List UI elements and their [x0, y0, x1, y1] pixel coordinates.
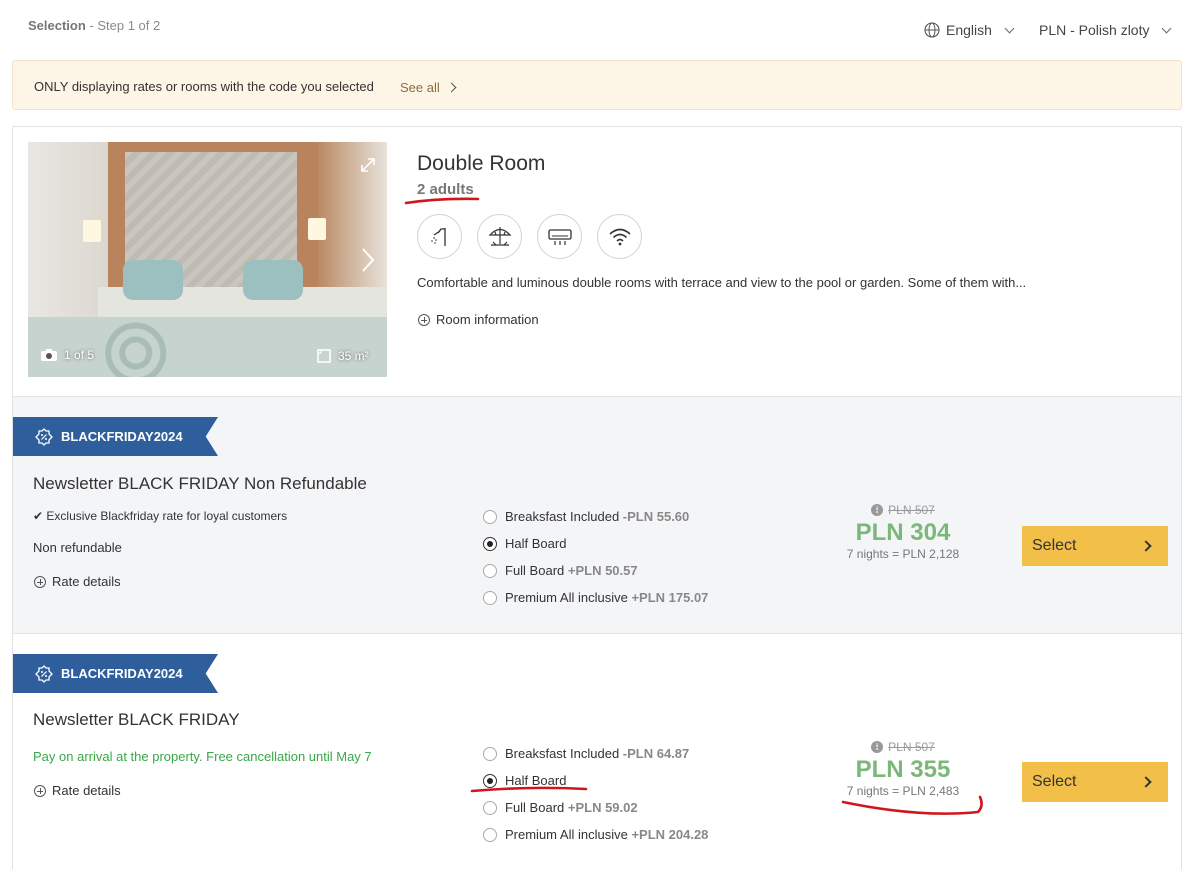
board-option-premium-all-inclusive[interactable]: Premium All inclusive +PLN 204.28: [483, 827, 708, 842]
board-option-label: Premium All inclusive +PLN 175.07: [505, 590, 709, 605]
room-occupancy: 2 adults: [417, 181, 474, 198]
room-size-icon: [317, 349, 331, 363]
rate-details-label: Rate details: [52, 574, 121, 589]
language-selector[interactable]: English: [924, 22, 1015, 38]
select-rate-button[interactable]: Select: [1022, 762, 1168, 802]
rate-condition: Pay on arrival at the property. Free can…: [33, 749, 372, 764]
radio-button[interactable]: [483, 590, 497, 605]
shower-icon: [417, 214, 462, 259]
rate-feature-text: Exclusive Blackfriday rate for loyal cus…: [46, 509, 288, 523]
select-label: Select: [1032, 537, 1077, 554]
board-option-label: Full Board +PLN 59.02: [505, 800, 638, 815]
board-option-label: Breaksfast Included -PLN 55.60: [505, 509, 690, 524]
info-icon[interactable]: i: [871, 504, 884, 516]
chevron-right-icon: [446, 82, 457, 93]
rate-name: Newsletter BLACK FRIDAY: [33, 710, 240, 729]
checkmark-icon: ✔: [33, 509, 44, 523]
original-price: i PLN 507: [823, 503, 983, 517]
price-box: i PLN 507 PLN 355 7 nights = PLN 2,483: [823, 740, 983, 798]
rate-condition: Non refundable: [33, 540, 122, 555]
chevron-down-icon: [1162, 23, 1172, 33]
globe-icon: [924, 22, 940, 38]
top-bar: Selection - Step 1 of 2 English PLN - Po…: [0, 0, 1193, 56]
air-conditioning-icon: [537, 214, 582, 259]
chevron-right-icon: [1140, 540, 1152, 552]
discount-badge-icon: [35, 664, 53, 683]
radio-button[interactable]: [483, 509, 497, 524]
discounted-price: PLN 355: [855, 756, 951, 783]
room-description: Comfortable and luminous double rooms wi…: [417, 275, 1027, 290]
currency-label: PLN - Polish zloty: [1039, 22, 1150, 38]
plus-circle-icon: [34, 784, 46, 797]
camera-icon: [41, 349, 57, 361]
info-icon[interactable]: i: [871, 741, 884, 753]
original-price: i PLN 507: [823, 740, 983, 754]
board-option-label: Half Board: [505, 773, 567, 788]
board-option-label: Premium All inclusive +PLN 204.28: [505, 827, 709, 842]
beach-umbrella-icon: [477, 214, 522, 259]
board-option-full-board[interactable]: Full Board +PLN 50.57: [483, 563, 638, 578]
board-option-full-board[interactable]: Full Board +PLN 59.02: [483, 800, 638, 815]
discount-badge-icon: [35, 427, 53, 446]
chevron-down-icon: [1004, 23, 1015, 33]
currency-selector[interactable]: PLN - Polish zloty: [1039, 22, 1172, 38]
chevron-right-icon: [1140, 776, 1152, 788]
plus-circle-icon: [34, 575, 46, 588]
room-photo[interactable]: 1 of 5 35 m²: [28, 142, 387, 377]
next-photo-icon[interactable]: [360, 247, 376, 273]
plus-circle-icon: [418, 313, 430, 326]
total-price: 7 nights = PLN 2,128: [846, 547, 960, 561]
board-option-label: Half Board: [505, 536, 567, 551]
rate-details-link[interactable]: Rate details: [34, 574, 121, 589]
expand-icon[interactable]: [359, 156, 377, 174]
room-information-link[interactable]: Room information: [418, 312, 539, 327]
select-rate-button[interactable]: Select: [1022, 526, 1168, 566]
rate-details-label: Rate details: [52, 783, 121, 798]
room-size-text: 35 m²: [338, 349, 369, 363]
rate-block-flexible: BLACKFRIDAY2024 Newsletter BLACK FRIDAY …: [13, 634, 1181, 870]
total-price: 7 nights = PLN 2,483: [846, 784, 960, 798]
radio-button[interactable]: [483, 773, 497, 788]
board-option-label: Full Board +PLN 50.57: [505, 563, 638, 578]
board-option-breakfast[interactable]: Breaksfast Included -PLN 64.87: [483, 746, 689, 761]
room-information-label: Room information: [436, 312, 539, 327]
photo-counter-text: 1 of 5: [64, 348, 95, 362]
rate-name: Newsletter BLACK FRIDAY Non Refundable: [33, 474, 367, 493]
room-size: 35 m²: [316, 348, 369, 364]
photo-counter: 1 of 5: [40, 348, 94, 362]
select-label: Select: [1032, 773, 1077, 790]
radio-button[interactable]: [483, 827, 497, 842]
see-all-link[interactable]: See all: [400, 80, 457, 95]
rate-feature: ✔ Exclusive Blackfriday rate for loyal c…: [33, 509, 287, 523]
step-indicator: Selection - Step 1 of 2: [28, 18, 161, 33]
language-label: English: [946, 22, 992, 38]
radio-button[interactable]: [483, 800, 497, 815]
promo-code-ribbon: BLACKFRIDAY2024: [13, 654, 218, 693]
radio-button[interactable]: [483, 563, 497, 578]
promo-code-notice: ONLY displaying rates or rooms with the …: [12, 60, 1182, 110]
see-all-label: See all: [400, 80, 440, 95]
discounted-price: PLN 304: [855, 519, 951, 546]
room-title: Double Room: [417, 152, 546, 175]
price-box: i PLN 507 PLN 304 7 nights = PLN 2,128: [823, 503, 983, 561]
board-option-half-board[interactable]: Half Board: [483, 536, 566, 551]
rate-block-non-refundable: BLACKFRIDAY2024 Newsletter BLACK FRIDAY …: [13, 396, 1181, 634]
promo-code-label: BLACKFRIDAY2024: [61, 666, 183, 681]
promo-code-label: BLACKFRIDAY2024: [61, 429, 183, 444]
wifi-icon: [597, 214, 642, 259]
board-option-premium-all-inclusive[interactable]: Premium All inclusive +PLN 175.07: [483, 590, 708, 605]
room-card: 1 of 5 35 m² Double Room 2 adults Comfor…: [12, 126, 1182, 870]
radio-button[interactable]: [483, 746, 497, 761]
radio-button[interactable]: [483, 536, 497, 551]
promo-code-ribbon: BLACKFRIDAY2024: [13, 417, 218, 456]
board-option-label: Breaksfast Included -PLN 64.87: [505, 746, 690, 761]
notice-text: ONLY displaying rates or rooms with the …: [34, 79, 374, 94]
rate-details-link[interactable]: Rate details: [34, 783, 121, 798]
board-option-half-board[interactable]: Half Board: [483, 773, 566, 788]
board-option-breakfast[interactable]: Breaksfast Included -PLN 55.60: [483, 509, 689, 524]
